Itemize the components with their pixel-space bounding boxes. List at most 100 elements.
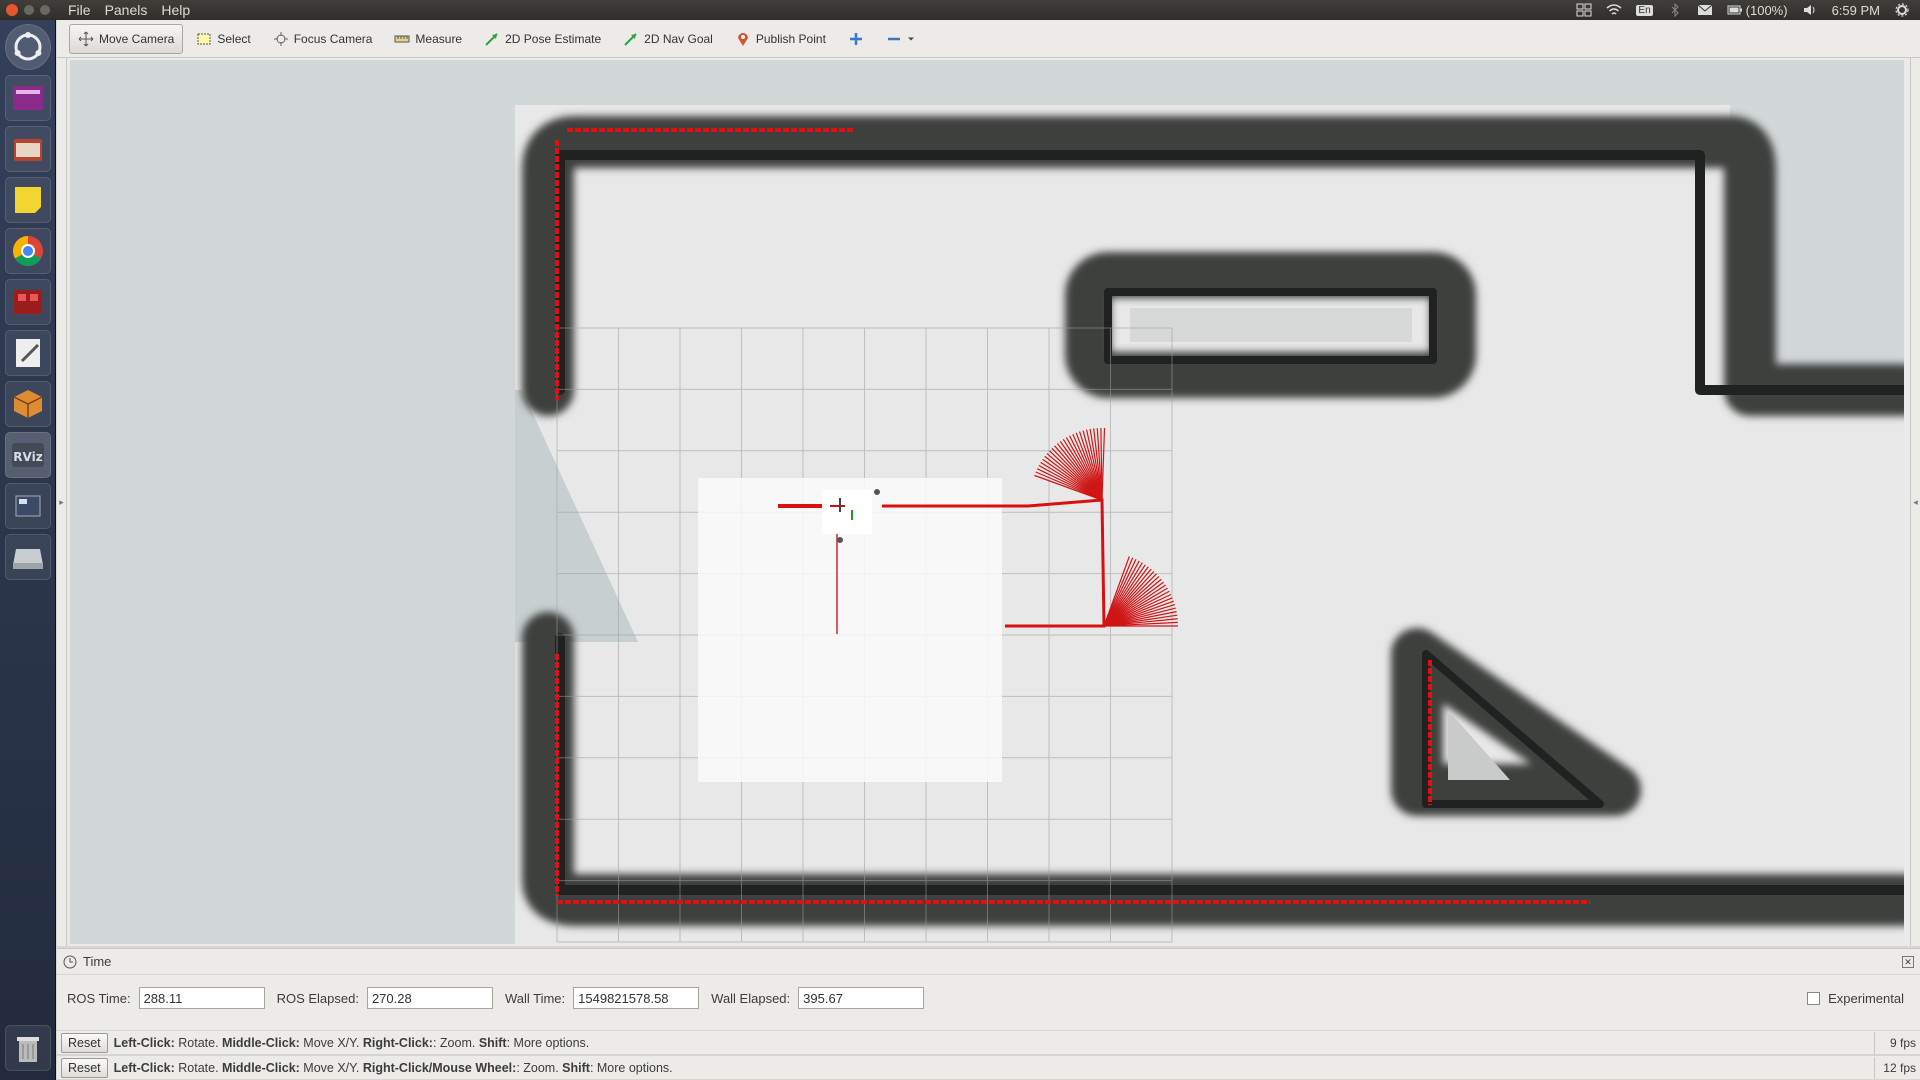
ros-time-label: ROS Time:	[67, 990, 131, 1006]
status-help-text: Left-Click: Rotate. Middle-Click: Move X…	[113, 1035, 590, 1050]
maximize-window-icon[interactable]	[40, 5, 50, 15]
menu-bar: File Panels Help	[68, 2, 190, 18]
launcher-chrome[interactable]	[5, 228, 51, 274]
render-view-frame: ▸ ◂	[57, 58, 1920, 946]
tool-2d-nav-goal[interactable]: 2D Nav Goal	[614, 24, 722, 54]
right-dock-collapse-handle[interactable]: ◂	[1910, 58, 1920, 946]
sticky-notes-icon	[15, 187, 41, 213]
launcher-text-editor[interactable]	[5, 330, 51, 376]
launcher-workspace-switcher[interactable]	[5, 75, 51, 121]
experimental-checkbox[interactable]	[1807, 991, 1821, 1005]
chrome-icon	[12, 236, 43, 267]
mail-icon[interactable]	[1697, 3, 1713, 17]
launcher-trash[interactable]	[5, 1025, 51, 1071]
tool-publish-point-label: Publish Point	[755, 31, 826, 46]
battery-indicator[interactable]: (100%)	[1727, 3, 1788, 18]
launcher-sticky-notes[interactable]	[5, 177, 51, 223]
render-view[interactable]	[70, 60, 1904, 944]
time-panel: Time ✕ ROS Time: ROS Elapsed: Wall Time:…	[57, 948, 1920, 1030]
text-editor-icon	[16, 339, 40, 367]
keyboard-layout-indicator[interactable]: En	[1636, 4, 1653, 16]
clock[interactable]: 6:59 PM	[1832, 3, 1880, 18]
terminal-app-icon	[14, 290, 42, 314]
workspace-switcher-icon	[13, 86, 43, 110]
tool-move-camera[interactable]: Move Camera	[69, 23, 184, 54]
launcher-dash[interactable]	[5, 24, 51, 70]
wall-time-label: Wall Time:	[504, 990, 566, 1006]
fps-counter: 12 fps	[1874, 1056, 1920, 1079]
ros-elapsed-label: ROS Elapsed:	[276, 990, 359, 1006]
launcher-drive[interactable]	[5, 534, 51, 580]
close-window-icon[interactable]	[6, 4, 18, 16]
files-icon	[14, 139, 42, 161]
map-visualization	[70, 60, 1904, 944]
volume-icon[interactable]	[1802, 3, 1818, 17]
focus-camera-icon	[273, 31, 288, 46]
wall-elapsed-field[interactable]	[798, 987, 925, 1009]
tool-measure-label: Measure	[415, 31, 463, 46]
launcher: RViz	[0, 20, 56, 1080]
wall-time-field[interactable]	[573, 987, 700, 1009]
launcher-files[interactable]	[5, 126, 51, 172]
svg-text:RViz: RViz	[13, 450, 42, 464]
ros-elapsed-field[interactable]	[366, 987, 493, 1009]
launcher-software-center[interactable]	[5, 381, 51, 427]
reset-button[interactable]: Reset	[61, 1057, 108, 1078]
minimize-window-icon[interactable]	[24, 5, 34, 15]
experimental-label: Experimental	[1828, 990, 1904, 1006]
reset-button[interactable]: Reset	[61, 1032, 108, 1053]
time-panel-header: Time ✕	[57, 949, 1920, 975]
launcher-rviz[interactable]: RViz	[5, 432, 51, 478]
top-menu-bar: File Panels Help En (100%) 6:59 PM	[0, 0, 1920, 20]
fps-counter: 9 fps	[1874, 1031, 1920, 1054]
ubuntu-logo-icon	[14, 32, 42, 61]
minus-icon	[887, 37, 900, 40]
close-panel-button[interactable]: ✕	[1902, 955, 1914, 968]
add-tool-button[interactable]	[839, 24, 873, 54]
software-center-icon	[13, 390, 43, 418]
battery-percent: (100%)	[1745, 2, 1788, 18]
system-tray: En (100%) 6:59 PM	[1576, 3, 1920, 18]
rviz-toolbar: Move Camera Select Focus Camera Measure …	[57, 20, 1920, 58]
menu-file[interactable]: File	[68, 2, 91, 18]
time-fields-row: ROS Time: ROS Elapsed: Wall Time: Wall E…	[57, 975, 1920, 1021]
tool-measure[interactable]: Measure	[385, 24, 471, 54]
window-switcher-icon	[15, 495, 41, 517]
tool-select[interactable]: Select	[187, 24, 259, 54]
tool-publish-point[interactable]: Publish Point	[726, 24, 835, 54]
left-dock-collapse-handle[interactable]: ▸	[57, 58, 67, 946]
launcher-window-switcher[interactable]	[5, 483, 51, 529]
drive-icon	[13, 549, 43, 569]
menu-help[interactable]: Help	[161, 2, 190, 18]
trash-icon	[17, 1037, 39, 1062]
ros-time-field[interactable]	[138, 987, 265, 1009]
gear-icon[interactable]	[1894, 3, 1910, 17]
remove-tool-dropdown[interactable]	[877, 24, 924, 54]
publish-point-icon	[737, 32, 748, 46]
clock-icon	[63, 955, 77, 968]
battery-icon	[1727, 5, 1742, 15]
launcher-terminal-app[interactable]	[5, 279, 51, 325]
measure-icon	[394, 35, 410, 42]
experimental-toggle[interactable]: Experimental	[1807, 991, 1904, 1006]
tool-2d-pose-estimate[interactable]: 2D Pose Estimate	[475, 24, 610, 54]
menu-panels[interactable]: Panels	[105, 2, 148, 18]
pose-estimate-icon	[485, 32, 498, 46]
time-panel-title: Time	[83, 954, 112, 969]
tool-move-camera-label: Move Camera	[99, 31, 175, 46]
workspaces-icon[interactable]	[1576, 3, 1592, 17]
chevron-down-icon	[907, 37, 914, 40]
select-icon	[197, 33, 211, 44]
tool-2d-pose-estimate-label: 2D Pose Estimate	[505, 31, 602, 46]
tool-focus-camera-label: Focus Camera	[293, 31, 373, 46]
status-bar-1: Reset Left-Click: Rotate. Middle-Click: …	[57, 1030, 1920, 1054]
wall-elapsed-label: Wall Elapsed:	[711, 990, 791, 1006]
status-help-text: Left-Click: Rotate. Middle-Click: Move X…	[113, 1060, 673, 1075]
move-camera-icon	[78, 31, 94, 46]
wifi-icon[interactable]	[1606, 3, 1622, 17]
bluetooth-icon[interactable]	[1667, 3, 1683, 17]
tool-2d-nav-goal-label: 2D Nav Goal	[644, 31, 713, 46]
status-bar-2: Reset Left-Click: Rotate. Middle-Click: …	[57, 1055, 1920, 1079]
tool-focus-camera[interactable]: Focus Camera	[264, 24, 382, 54]
rviz-icon: RViz	[12, 443, 44, 467]
